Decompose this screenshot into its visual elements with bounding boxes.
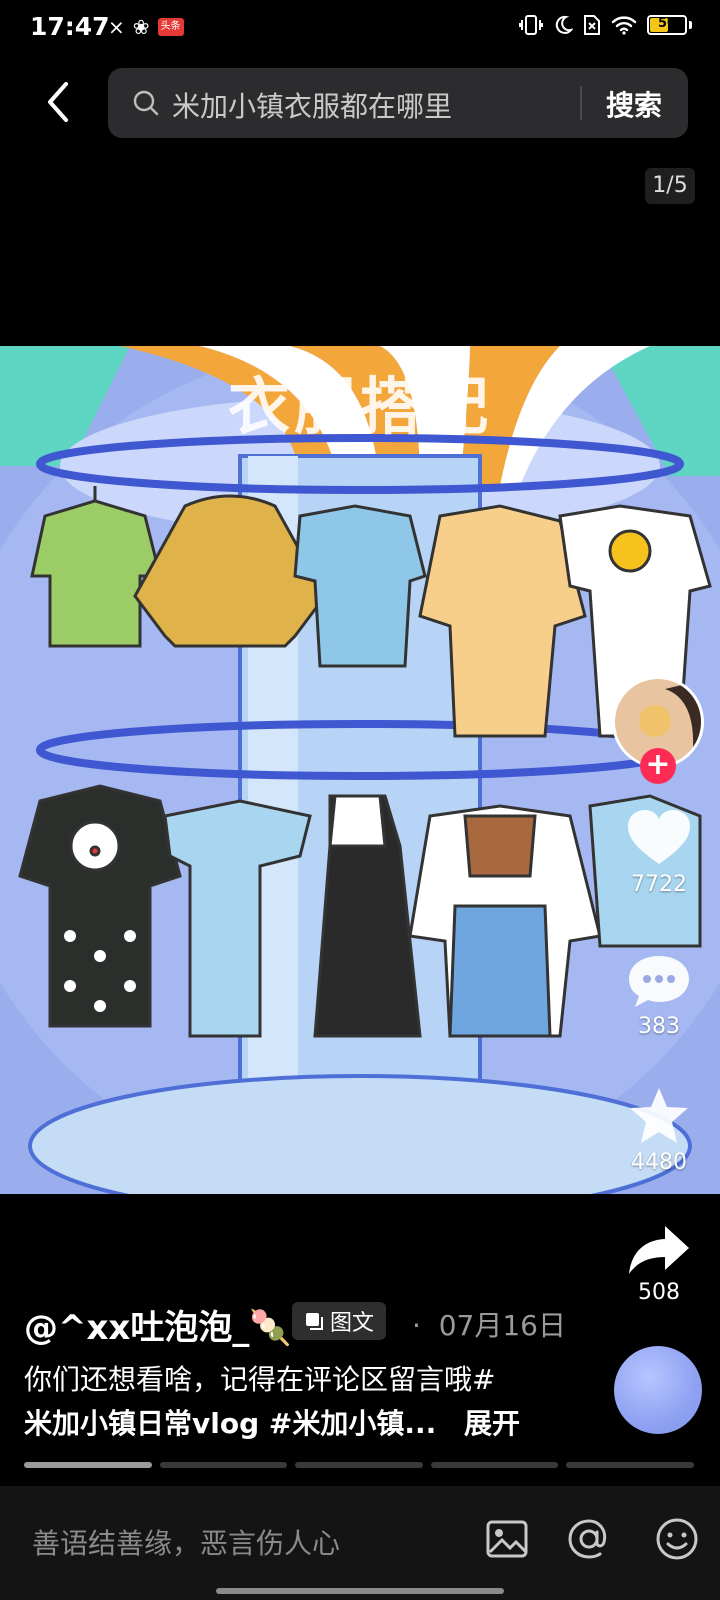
image-page-indicator: 1/5 xyxy=(645,168,695,204)
image-icon[interactable] xyxy=(484,1516,530,1562)
post-type-tag: 图文 xyxy=(292,1302,387,1340)
search-bar[interactable]: 米加小镇衣服都在哪里 搜索 xyxy=(108,68,688,138)
comment-count: 383 xyxy=(638,1014,680,1039)
post-date: · 07月16日 xyxy=(412,1309,566,1342)
progress-segment xyxy=(24,1462,152,1468)
author-name[interactable]: @^xx吐泡泡_🍡 xyxy=(24,1300,292,1349)
emoji-icon[interactable] xyxy=(654,1516,700,1562)
image-stack-icon xyxy=(306,1313,323,1330)
comment-bar: 善语结善缘，恶言伤人心 xyxy=(0,1486,720,1600)
vibrate-icon xyxy=(519,15,543,35)
no-sim-icon xyxy=(584,15,600,35)
follow-button[interactable]: + xyxy=(640,748,676,784)
comment-input[interactable]: 善语结善缘，恶言伤人心 xyxy=(32,1522,340,1562)
moon-icon xyxy=(555,15,573,34)
wifi-icon xyxy=(611,16,637,35)
progress-segment xyxy=(430,1462,559,1468)
status-time: 17:47 xyxy=(30,12,110,41)
post-description: 你们还想看啥，记得在评论区留言哦# xyxy=(24,1363,496,1396)
news-badge-icon: 头条 xyxy=(157,18,184,36)
author-emoji: 🍡 xyxy=(249,1308,292,1348)
status-notification-icons: ⨯ ❀ 头条 xyxy=(108,15,184,39)
search-icon xyxy=(133,90,159,116)
comment-icon xyxy=(629,956,689,1007)
search-divider xyxy=(580,86,582,120)
progress-segment xyxy=(295,1462,423,1468)
status-system-icons: 50 xyxy=(519,14,692,36)
status-bar: 17:47 ⨯ ❀ 头条 50 xyxy=(0,0,720,56)
mention-icon[interactable] xyxy=(566,1516,612,1562)
share-button[interactable]: 508 xyxy=(604,1224,714,1305)
clothing-rack-illustration xyxy=(0,346,720,1194)
share-arrow-icon xyxy=(629,1226,689,1274)
image-overlay-title: 衣服搭配 xyxy=(227,370,492,443)
search-input[interactable]: 米加小镇衣服都在哪里 xyxy=(172,85,452,125)
progress-segment xyxy=(566,1462,694,1468)
share-count: 508 xyxy=(638,1280,680,1305)
link-icon: ⨯ xyxy=(108,15,125,39)
progress-segment xyxy=(159,1462,288,1468)
favorite-button[interactable]: 4480 xyxy=(604,1086,714,1175)
like-button[interactable]: 7722 xyxy=(604,808,714,897)
favorite-count: 4480 xyxy=(631,1150,687,1175)
battery-icon: 50 xyxy=(647,15,687,35)
post-type-label: 图文 xyxy=(330,1311,375,1336)
image-progress-segments xyxy=(24,1462,694,1468)
home-indicator[interactable] xyxy=(216,1588,504,1594)
date-separator: · xyxy=(412,1309,421,1342)
expand-button[interactable]: 展开 xyxy=(464,1402,520,1442)
post-image[interactable] xyxy=(0,346,720,1194)
back-arrow-icon[interactable] xyxy=(36,78,84,126)
post-hashtags[interactable]: 米加小镇日常vlog #米加小镇... xyxy=(24,1402,436,1442)
app-icon: ❀ xyxy=(132,15,150,39)
like-count: 7722 xyxy=(631,872,687,897)
search-button[interactable]: 搜索 xyxy=(606,84,662,124)
battery-tip xyxy=(689,21,692,29)
music-disc[interactable] xyxy=(614,1346,702,1434)
star-icon xyxy=(630,1088,688,1143)
heart-icon xyxy=(628,810,690,864)
comment-button[interactable]: 383 xyxy=(604,952,714,1039)
